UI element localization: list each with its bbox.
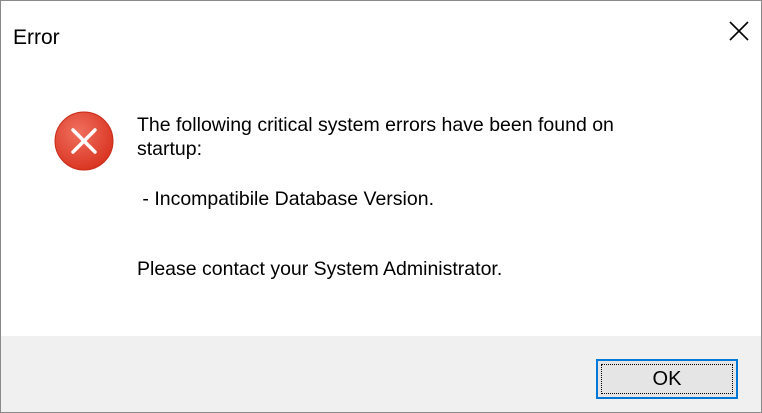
- button-bar: OK: [1, 336, 761, 412]
- close-button[interactable]: [717, 9, 761, 53]
- error-list-item: - Incompatibile Database Version.: [137, 188, 434, 210]
- error-dialog: Error The following critical system erro…: [0, 0, 762, 413]
- dialog-content: The following critical system errors hav…: [1, 75, 761, 336]
- message-line-2: startup:: [137, 138, 203, 160]
- ok-button[interactable]: OK: [596, 359, 738, 399]
- ok-button-label: OK: [652, 367, 682, 390]
- contact-admin-text: Please contact your System Administrator…: [137, 258, 503, 280]
- window-title: Error: [13, 26, 60, 49]
- error-icon: [52, 109, 116, 173]
- message-line-1: The following critical system errors hav…: [137, 114, 614, 136]
- title-bar: Error: [1, 1, 761, 75]
- error-message: The following critical system errors hav…: [137, 113, 737, 281]
- close-icon: [728, 20, 750, 42]
